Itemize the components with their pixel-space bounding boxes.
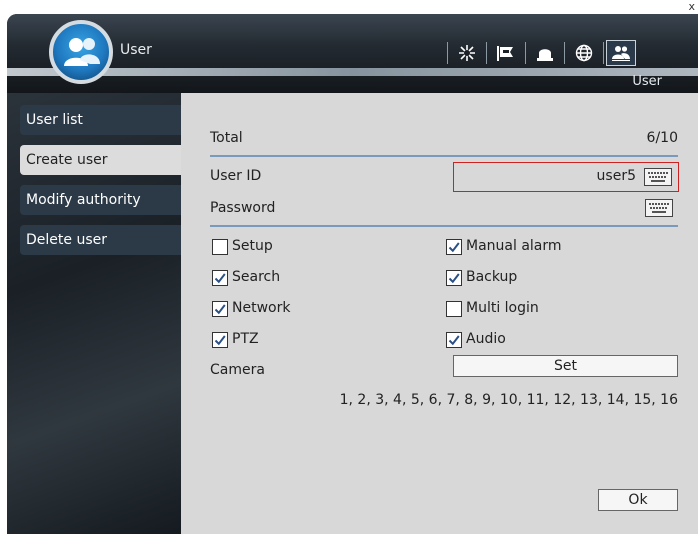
divider xyxy=(210,155,678,157)
ptz-checkbox[interactable] xyxy=(212,332,228,348)
section-label: User xyxy=(632,74,662,89)
user-id-value: user5 xyxy=(596,168,636,184)
sidebar-item-delete-user[interactable]: Delete user xyxy=(20,225,188,255)
user-avatar-icon xyxy=(49,20,113,84)
network-checkbox[interactable] xyxy=(212,301,228,317)
toolbar-separator xyxy=(564,42,565,64)
total-value: 6/10 xyxy=(646,130,678,146)
audio-checkbox[interactable] xyxy=(446,332,462,348)
top-strip: x xyxy=(0,0,698,14)
search-label: Search xyxy=(232,269,281,285)
sidebar-item-create-user[interactable]: Create user xyxy=(20,145,188,175)
keyboard-icon[interactable] xyxy=(644,168,672,186)
sidebar-item-modify-authority[interactable]: Modify authority xyxy=(20,185,188,215)
user-id-label: User ID xyxy=(210,168,262,184)
alarm-flag-icon[interactable] xyxy=(489,38,523,68)
camera-label: Camera xyxy=(210,362,265,378)
multi-login-label: Multi login xyxy=(466,300,539,316)
search-checkbox[interactable] xyxy=(212,270,228,286)
toolbar xyxy=(445,38,636,68)
backup-checkbox[interactable] xyxy=(446,270,462,286)
total-label: Total xyxy=(210,130,243,146)
camera-list: 1, 2, 3, 4, 5, 6, 7, 8, 9, 10, 11, 12, 1… xyxy=(339,392,678,408)
title-bar: User User xyxy=(7,14,698,94)
title-sweep-decoration xyxy=(7,68,698,76)
sidebar: User list Create user Modify authority D… xyxy=(7,93,188,534)
toolbar-separator xyxy=(447,42,448,64)
keyboard-icon[interactable] xyxy=(645,199,673,217)
ptz-label: PTZ xyxy=(232,331,259,347)
setup-checkbox[interactable] xyxy=(212,239,228,255)
divider xyxy=(210,225,678,227)
password-field[interactable] xyxy=(453,195,679,221)
network-label: Network xyxy=(232,300,291,316)
bell-icon[interactable] xyxy=(528,38,562,68)
globe-icon[interactable] xyxy=(567,38,601,68)
user-icon[interactable] xyxy=(606,40,636,66)
sidebar-item-user-list[interactable]: User list xyxy=(20,105,188,135)
backup-label: Backup xyxy=(466,269,518,285)
toolbar-separator xyxy=(525,42,526,64)
window-title: User xyxy=(120,42,152,58)
camera-set-button[interactable]: Set xyxy=(453,355,678,377)
manual-alarm-checkbox[interactable] xyxy=(446,239,462,255)
create-user-panel: Total 6/10 User ID user5 Password Setup … xyxy=(181,93,698,534)
toolbar-separator xyxy=(603,42,604,64)
setup-label: Setup xyxy=(232,238,273,254)
settings-icon[interactable] xyxy=(450,38,484,68)
ok-button[interactable]: Ok xyxy=(598,489,678,511)
close-button[interactable]: x xyxy=(688,0,695,14)
toolbar-separator xyxy=(486,42,487,64)
user-id-field[interactable]: user5 xyxy=(453,162,679,192)
password-label: Password xyxy=(210,200,276,216)
audio-label: Audio xyxy=(466,331,506,347)
manual-alarm-label: Manual alarm xyxy=(466,238,562,254)
multi-login-checkbox[interactable] xyxy=(446,301,462,317)
